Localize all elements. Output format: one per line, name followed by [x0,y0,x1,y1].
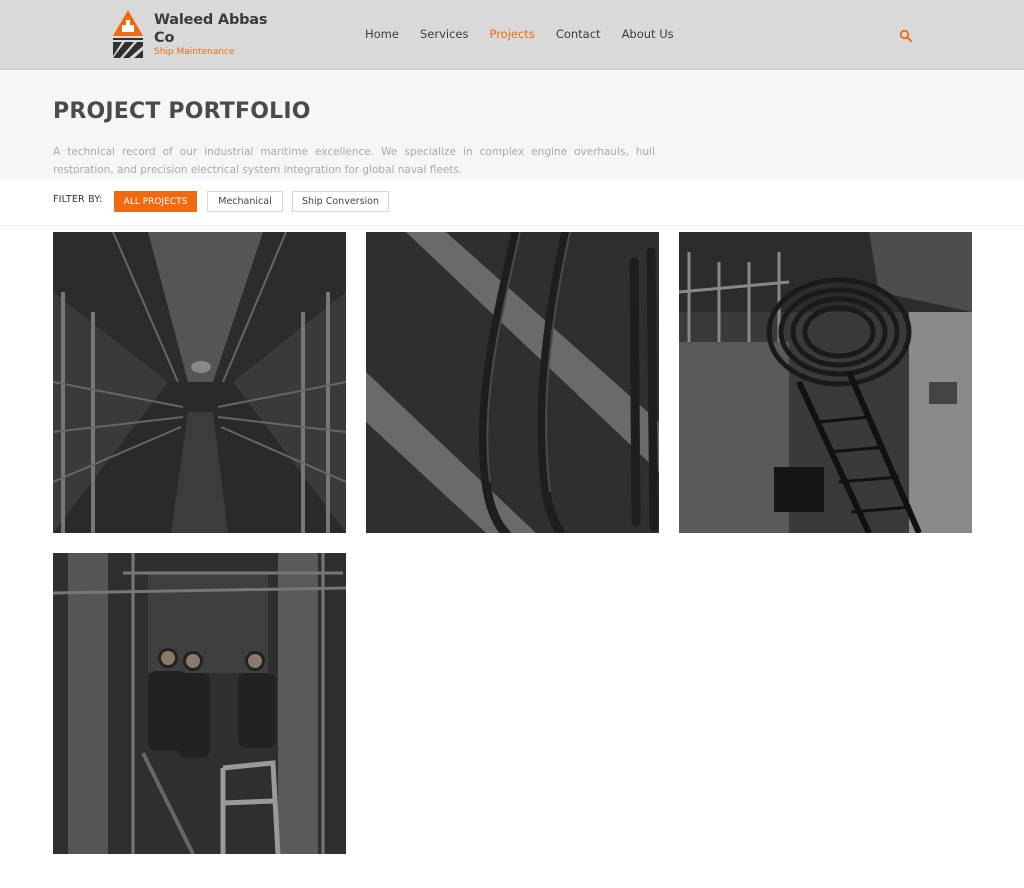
project-card[interactable] [366,232,659,533]
project-card[interactable] [679,232,972,533]
project-card[interactable] [53,232,346,533]
page-title: PROJECT PORTFOLIO [53,99,311,124]
deck-pipes-photo [366,232,659,533]
site-header: Waleed Abbas Co Ship Maintenance Home Se… [0,0,1024,70]
search-icon [899,29,912,42]
brand-name: Waleed Abbas Co [154,11,268,46]
page-description: A technical record of our industrial mar… [53,146,655,176]
coiled-pipe-photo [679,232,972,533]
page-hero: PROJECT PORTFOLIO A technical record of … [0,71,1024,179]
filter-ship-conversion-button[interactable]: Ship Conversion [292,191,389,212]
filter-mechanical-button[interactable]: Mechanical [207,191,283,212]
engine-room-crew-photo [53,553,346,854]
brand-logo[interactable]: Waleed Abbas Co Ship Maintenance [112,10,292,58]
search-button[interactable] [899,28,913,42]
project-card[interactable] [53,553,346,854]
nav-projects[interactable]: Projects [489,26,534,42]
nav-services[interactable]: Services [420,26,469,42]
filter-bar: FILTER BY: ALL PROJECTS Mechanical Ship … [0,179,1024,226]
ship-walkway-photo [53,232,346,533]
brand-tagline: Ship Maintenance [154,46,235,57]
filter-label: FILTER BY: [53,194,103,205]
nav-home[interactable]: Home [365,26,399,42]
nav-about-us[interactable]: About Us [622,26,674,42]
nav-contact[interactable]: Contact [556,26,601,42]
main-nav: Home Services Projects Contact About Us [365,26,695,42]
ship-logo-icon [113,10,143,58]
filter-all-projects-button[interactable]: ALL PROJECTS [114,191,197,212]
